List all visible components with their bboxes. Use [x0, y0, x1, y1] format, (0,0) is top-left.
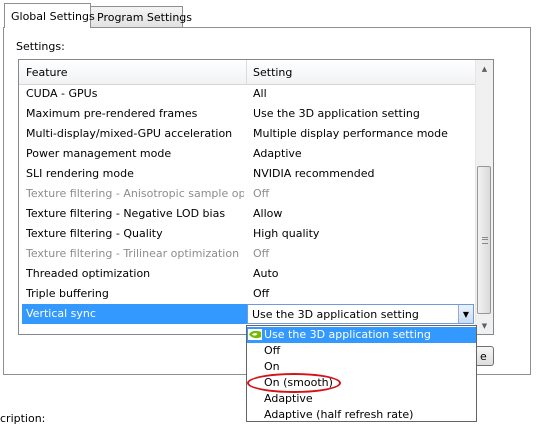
combobox-value: Use the 3D application setting: [252, 308, 419, 321]
setting-cell: Off: [253, 247, 270, 260]
scrollbar-thumb[interactable]: [477, 166, 491, 314]
vertical-sync-combobox[interactable]: Use the 3D application setting ▼: [247, 304, 474, 324]
setting-cell: High quality: [253, 227, 320, 240]
nvidia-icon: [248, 329, 262, 340]
setting-cell: Adaptive: [253, 147, 302, 160]
tab-program-settings-label: Program Settings: [97, 11, 193, 24]
dropdown-option[interactable]: Adaptive: [247, 391, 476, 407]
feature-cell: Texture filtering - Quality: [26, 227, 163, 240]
restore-button-label: e: [480, 350, 487, 363]
table-row[interactable]: Texture filtering - Anisotropic sample o…: [19, 184, 476, 204]
table-row[interactable]: Multi-display/mixed-GPU acceleration Mul…: [19, 124, 476, 144]
feature-column-header[interactable]: Feature: [26, 66, 68, 79]
dropdown-option[interactable]: Off: [247, 343, 476, 359]
feature-cell: Multi-display/mixed-GPU acceleration: [26, 127, 233, 140]
feature-cell: Vertical sync: [26, 307, 96, 320]
table-row[interactable]: Power management mode Adaptive: [19, 144, 476, 164]
table-row[interactable]: Texture filtering - Negative LOD bias Al…: [19, 204, 476, 224]
dropdown-option-label: Adaptive: [264, 392, 313, 405]
table-row[interactable]: Maximum pre-rendered frames Use the 3D a…: [19, 104, 476, 124]
feature-cell: Threaded optimization: [26, 267, 151, 280]
setting-cell: Use the 3D application setting: [253, 107, 420, 120]
feature-cell: CUDA - GPUs: [26, 87, 98, 100]
table-row[interactable]: Texture filtering - Quality High quality: [19, 224, 476, 244]
table-row[interactable]: Texture filtering - Trilinear optimizati…: [19, 244, 476, 264]
setting-cell: Multiple display performance mode: [253, 127, 448, 140]
feature-cell: Triple buffering: [26, 287, 109, 300]
table-row[interactable]: Triple buffering Off: [19, 284, 476, 304]
dropdown-option[interactable]: Adaptive (half refresh rate): [247, 407, 476, 423]
list-rows: CUDA - GPUs All Maximum pre-rendered fra…: [19, 84, 476, 324]
table-row[interactable]: SLI rendering mode NVIDIA recommended: [19, 164, 476, 184]
dropdown-option[interactable]: Use the 3D application setting: [247, 327, 476, 343]
vertical-scrollbar[interactable]: ▲ ▼: [475, 60, 493, 334]
table-row-selected[interactable]: Vertical sync Use the 3D application set…: [19, 304, 476, 324]
tab-global-settings[interactable]: Global Settings: [4, 3, 95, 28]
chevron-down-icon[interactable]: ▼: [458, 305, 473, 323]
annotation-circle: [247, 373, 341, 393]
dropdown-option-label: Off: [264, 344, 281, 357]
list-header: Feature Setting: [19, 60, 476, 85]
settings-label: Settings:: [16, 40, 65, 53]
setting-cell: Allow: [253, 207, 283, 220]
table-row[interactable]: CUDA - GPUs All: [19, 84, 476, 104]
dropdown-option-label: Use the 3D application setting: [264, 328, 431, 341]
feature-cell: Texture filtering - Negative LOD bias: [26, 207, 226, 220]
setting-cell: Off: [253, 187, 270, 200]
feature-cell: SLI rendering mode: [26, 167, 134, 180]
description-label: cription:: [0, 412, 46, 425]
setting-cell: NVIDIA recommended: [253, 167, 375, 180]
dropdown-option-label: Adaptive (half refresh rate): [264, 408, 414, 421]
feature-cell: Maximum pre-rendered frames: [26, 107, 198, 120]
feature-cell: Power management mode: [26, 147, 172, 160]
feature-cell: Texture filtering - Anisotropic sample o…: [26, 187, 244, 200]
scroll-down-icon[interactable]: ▼: [476, 317, 493, 334]
settings-list[interactable]: Feature Setting CUDA - GPUs All Maximum …: [18, 59, 494, 335]
dropdown-option-label: On: [264, 360, 280, 373]
setting-column-header[interactable]: Setting: [253, 66, 292, 79]
table-row[interactable]: Threaded optimization Auto: [19, 264, 476, 284]
scroll-up-icon[interactable]: ▲: [476, 60, 493, 77]
column-divider[interactable]: [246, 60, 247, 84]
tab-global-settings-label: Global Settings: [11, 10, 95, 23]
grip-icon: [482, 237, 488, 244]
setting-cell: All: [253, 87, 267, 100]
feature-cell: Texture filtering - Trilinear optimizati…: [26, 247, 240, 260]
tab-program-settings[interactable]: Program Settings: [90, 6, 192, 27]
setting-cell: Off: [253, 287, 270, 300]
setting-cell: Auto: [253, 267, 279, 280]
